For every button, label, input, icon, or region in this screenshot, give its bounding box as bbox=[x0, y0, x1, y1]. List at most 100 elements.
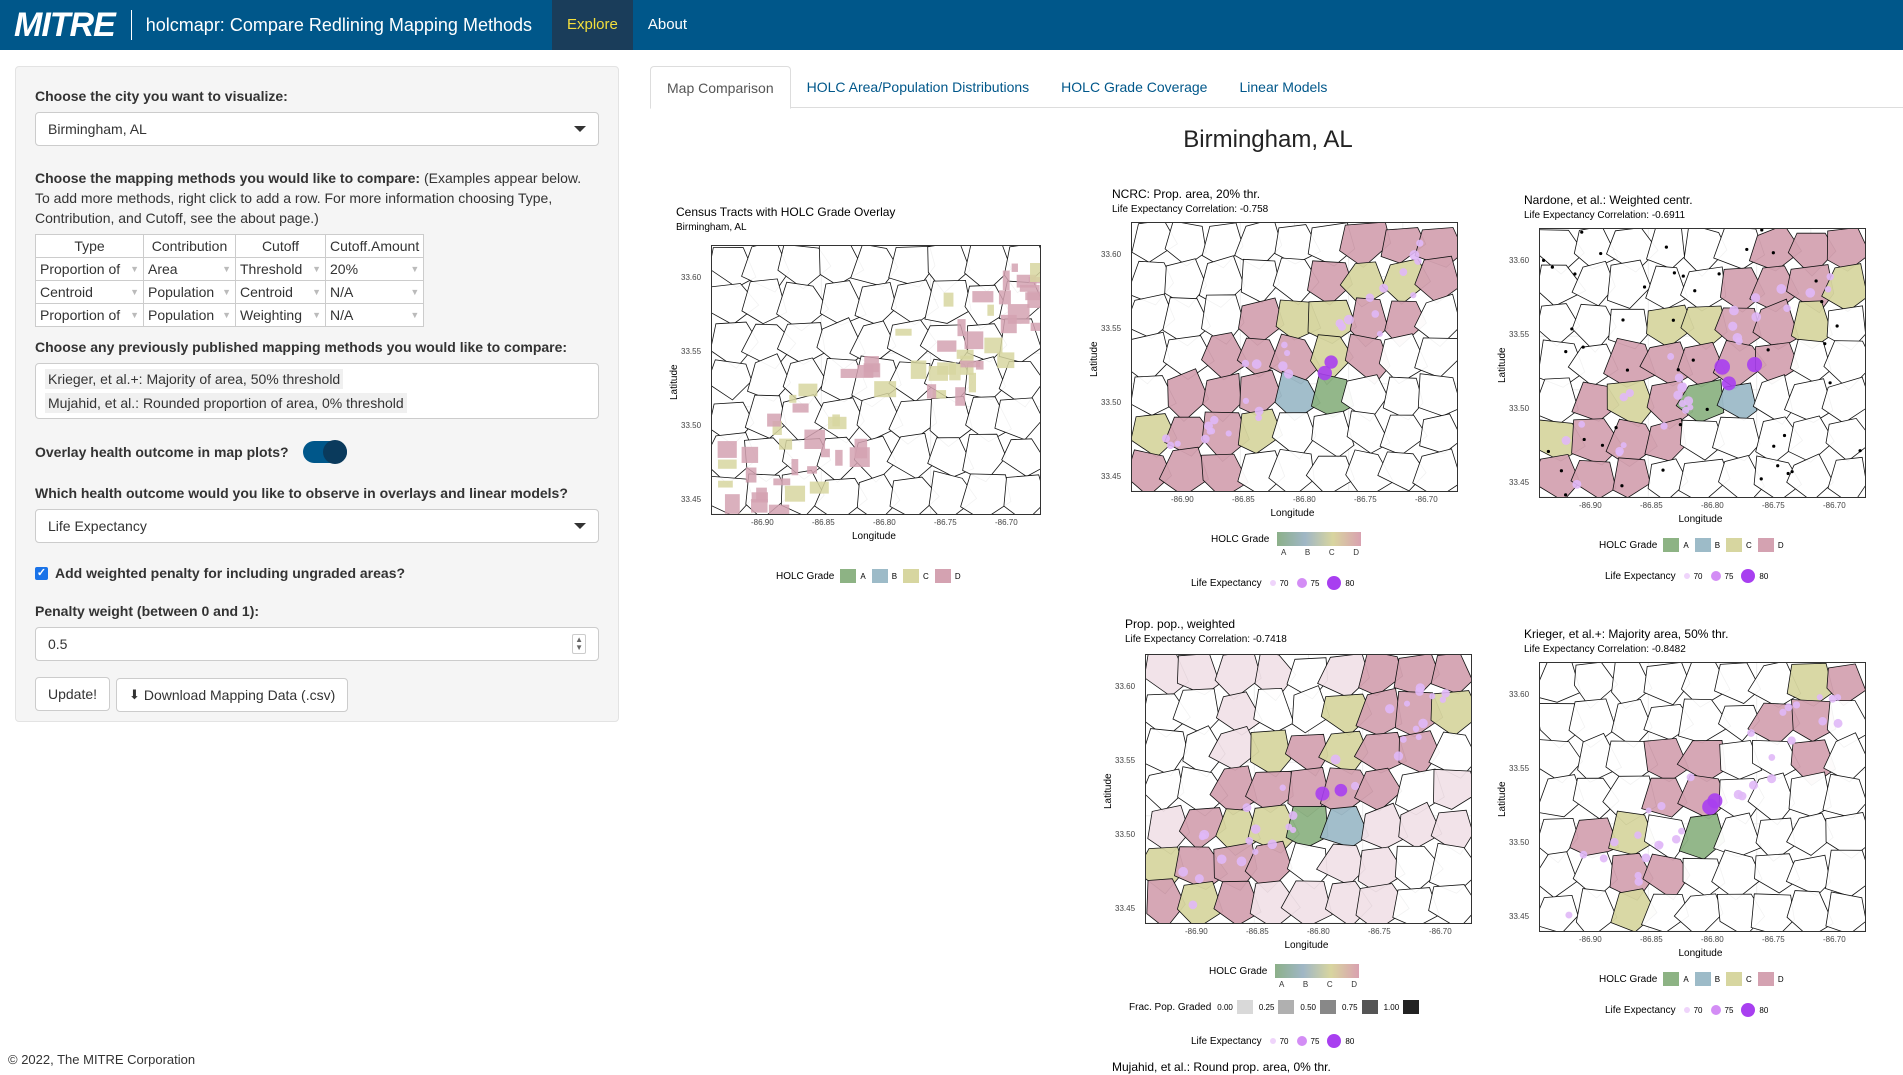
map-title: Census Tracts with HOLC Grade Overlay bbox=[676, 205, 896, 219]
legend-label: 75 bbox=[1724, 571, 1734, 581]
tab-holc-distributions[interactable]: HOLC Area/Population Distributions bbox=[791, 66, 1046, 108]
table-cell[interactable]: Population ▼ bbox=[143, 303, 236, 327]
gradient-labels: A B C D bbox=[1276, 980, 1360, 989]
table-cell[interactable]: Threshold ▼ bbox=[235, 257, 326, 281]
legend-title: HOLC Grade bbox=[1209, 965, 1268, 977]
x-tick-label: -86.80 bbox=[873, 518, 896, 527]
legend-label: D bbox=[1777, 540, 1784, 550]
legend-swatch bbox=[1663, 972, 1680, 986]
dropdown-arrow-icon: ▼ bbox=[312, 310, 321, 320]
legend-label: D bbox=[1353, 548, 1359, 557]
x-tick-label: -86.80 bbox=[1307, 927, 1330, 936]
selected-method-chip[interactable]: Mujahid, et al.: Rounded proportion of a… bbox=[45, 393, 407, 413]
x-tick-label: -86.85 bbox=[812, 518, 835, 527]
frac-pop-legend: Frac. Pop. Graded 0.00 0.25 0.50 0.75 1.00 bbox=[1129, 1000, 1423, 1014]
table-cell[interactable]: N/A ▼ bbox=[324, 280, 425, 304]
map-subtitle: Birmingham, AL bbox=[676, 222, 747, 233]
selected-method-chip[interactable]: Krieger, et al.+: Majority of area, 50% … bbox=[45, 369, 344, 389]
penalty-check-label: Add weighted penalty for including ungra… bbox=[55, 565, 406, 581]
x-axis-label: Longitude bbox=[1678, 948, 1723, 959]
map-plot-svg bbox=[1146, 655, 1471, 923]
legend-title: Life Expectancy bbox=[1605, 570, 1676, 582]
y-tick-label: 33.60 bbox=[1509, 256, 1530, 265]
map-title: Prop. pop., weighted bbox=[1125, 617, 1236, 631]
overlay-row: Overlay health outcome in map plots? bbox=[35, 440, 599, 464]
x-tick-label: -86.90 bbox=[1185, 927, 1208, 936]
tab-holc-coverage[interactable]: HOLC Grade Coverage bbox=[1045, 66, 1223, 108]
y-axis-label: Latitude bbox=[1497, 347, 1508, 383]
table-cell[interactable]: Proportion of ▼ bbox=[35, 303, 144, 327]
table-cell[interactable]: Population ▼ bbox=[143, 280, 236, 304]
download-icon: ⬇ bbox=[128, 687, 140, 702]
methods-table[interactable]: Type Contribution Cutoff Cutoff.Amount P… bbox=[35, 234, 425, 327]
legend-label: 80 bbox=[1345, 1036, 1355, 1046]
y-tick-label: 33.45 bbox=[1115, 904, 1136, 913]
y-axis-label: Latitude bbox=[669, 364, 680, 400]
tab-linear-models[interactable]: Linear Models bbox=[1223, 66, 1343, 108]
legend-label: 70 bbox=[1279, 578, 1289, 588]
table-cell[interactable]: Weighting ▼ bbox=[235, 303, 326, 327]
legend-dot bbox=[1741, 569, 1756, 583]
legend-label: A bbox=[860, 571, 866, 581]
legend-swatch bbox=[1694, 972, 1711, 986]
y-tick-label: 33.60 bbox=[681, 273, 702, 282]
y-axis-label: Latitude bbox=[1089, 341, 1100, 377]
x-tick-label: -86.90 bbox=[1579, 501, 1602, 510]
table-cell[interactable]: Centroid ▼ bbox=[35, 280, 144, 304]
legend-title: HOLC Grade bbox=[1599, 973, 1658, 985]
legend-title: HOLC Grade bbox=[1211, 533, 1270, 545]
overlay-toggle[interactable] bbox=[302, 440, 347, 464]
legend-label: 80 bbox=[1345, 578, 1355, 588]
legend-label: 75 bbox=[1310, 1036, 1320, 1046]
methods-label-text: Choose the mapping methods you would lik… bbox=[35, 170, 421, 186]
table-cell[interactable]: Centroid ▼ bbox=[235, 280, 326, 304]
x-axis-label: Longitude bbox=[1284, 940, 1329, 951]
map-plot-svg bbox=[712, 246, 1040, 514]
main-tabs: Map Comparison HOLC Area/Population Dist… bbox=[650, 66, 1903, 109]
button-row: Update! ⬇ Download Mapping Data (.csv) bbox=[35, 677, 599, 712]
update-button[interactable]: Update! bbox=[35, 677, 111, 711]
x-tick-label: -86.70 bbox=[1429, 927, 1452, 936]
y-tick-label: 33.55 bbox=[1509, 764, 1530, 773]
download-button[interactable]: ⬇ Download Mapping Data (.csv) bbox=[115, 678, 349, 712]
city-select[interactable]: Birmingham, AL bbox=[35, 112, 599, 146]
tab-map-comparison[interactable]: Map Comparison bbox=[650, 66, 791, 109]
legend-swatch bbox=[1320, 1000, 1336, 1014]
nav-tab-explore[interactable]: Explore bbox=[551, 0, 633, 50]
y-tick-label: 33.55 bbox=[1115, 756, 1136, 765]
legend-label: 80 bbox=[1759, 1005, 1769, 1015]
legend-swatch bbox=[1361, 1000, 1378, 1014]
table-cell[interactable]: Area ▼ bbox=[143, 257, 236, 281]
legend-label: C bbox=[1746, 540, 1752, 550]
legend-label: 0.00 bbox=[1217, 1002, 1233, 1012]
legend-label: D bbox=[1351, 980, 1357, 989]
legend-label: 0.50 bbox=[1300, 1002, 1316, 1012]
y-tick-label: 33.45 bbox=[1101, 472, 1122, 481]
x-tick-label: -86.90 bbox=[751, 518, 774, 527]
map-title: NCRC: Prop. area, 20% thr. bbox=[1112, 187, 1261, 201]
gradient-bar bbox=[1275, 964, 1360, 978]
table-cell[interactable]: N/A ▼ bbox=[324, 303, 425, 327]
legend-swatch bbox=[1278, 1000, 1295, 1014]
holc-grade-legend: HOLC Grade A B C D bbox=[1599, 538, 1784, 552]
legend-swatch bbox=[1663, 538, 1680, 552]
published-methods-select[interactable]: Krieger, et al.+: Majority of area, 50% … bbox=[35, 363, 599, 419]
dropdown-arrow-icon: ▼ bbox=[222, 310, 231, 320]
table-cell[interactable]: Proportion of ▼ bbox=[35, 257, 144, 281]
chevron-down-icon bbox=[574, 126, 586, 132]
legend-label: B bbox=[891, 571, 898, 581]
dropdown-arrow-icon: ▼ bbox=[312, 287, 321, 297]
legend-dot bbox=[1710, 1005, 1721, 1015]
stepper-icon[interactable]: ▲ ▼ bbox=[572, 634, 586, 654]
map-title: Nardone, et al.: Weighted centr. bbox=[1524, 193, 1693, 207]
map-plot bbox=[1539, 662, 1866, 932]
city-select-value: Birmingham, AL bbox=[48, 121, 147, 137]
penalty-checkbox[interactable]: ✓ bbox=[35, 566, 48, 580]
penalty-weight-input[interactable]: 0.5 ▲ ▼ bbox=[35, 627, 599, 661]
health-outcome-select[interactable]: Life Expectancy bbox=[35, 509, 599, 543]
nav-tab-about[interactable]: About bbox=[633, 0, 702, 50]
legend-label: 0.25 bbox=[1258, 1002, 1275, 1012]
y-tick-label: 33.45 bbox=[1509, 912, 1530, 921]
y-tick-label: 33.50 bbox=[1101, 398, 1122, 407]
table-cell[interactable]: 20% ▼ bbox=[324, 257, 425, 281]
